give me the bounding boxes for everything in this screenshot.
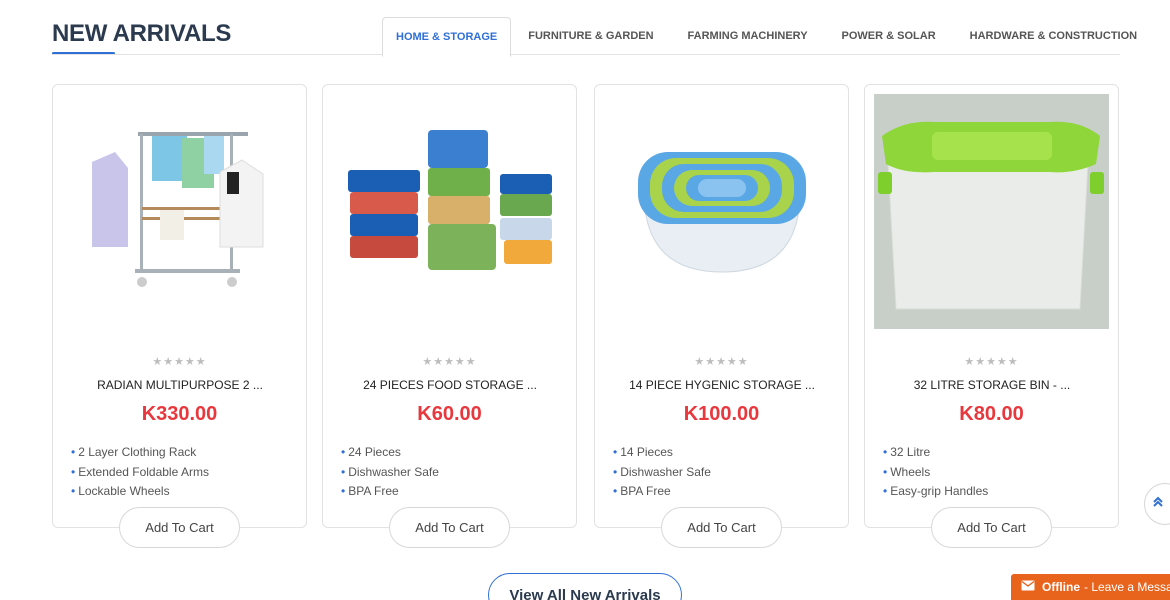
add-to-cart-button[interactable]: Add To Cart: [389, 507, 510, 548]
live-chat-tab[interactable]: Offline - Leave a Message: [1011, 574, 1170, 600]
tab-power-solar[interactable]: POWER & SOLAR: [825, 16, 953, 55]
feature-list: • 14 Pieces • Dishwasher Safe • BPA Free: [613, 443, 711, 502]
tab-hardware-construction[interactable]: HARDWARE & CONSTRUCTION: [953, 16, 1154, 55]
double-chevron-up-icon: [1152, 495, 1164, 513]
product-price: K330.00: [141, 403, 218, 425]
product-card[interactable]: ★★★★★ 24 PIECES FOOD STORAGE ... K60.00 …: [322, 84, 577, 548]
feature-list: • 24 Pieces • Dishwasher Safe • BPA Free: [341, 443, 439, 502]
feature-item: • Wheels: [883, 464, 931, 479]
view-all-new-arrivals-button[interactable]: View All New Arrivals: [488, 573, 682, 600]
product-image-storage-bin[interactable]: [874, 94, 1109, 329]
product-grid: ★★★★★ RADIAN MULTIPURPOSE 2 ... K330.00 …: [52, 84, 1120, 548]
product-price: K80.00: [959, 403, 1024, 425]
chat-status: Offline: [1042, 580, 1080, 594]
feature-item: • 2 Layer Clothing Rack: [71, 445, 197, 459]
feature-item: • Dishwasher Safe: [341, 464, 439, 479]
product-card[interactable]: ★★★★★ RADIAN MULTIPURPOSE 2 ... K330.00 …: [52, 84, 307, 548]
feature-item: • 24 Pieces: [341, 445, 401, 459]
rating-stars: ★★★★★: [152, 356, 207, 368]
product-price: K60.00: [417, 403, 482, 425]
product-card[interactable]: ★★★★★ 14 PIECE HYGENIC STORAGE ... K100.…: [594, 84, 849, 548]
add-to-cart-button[interactable]: Add To Cart: [119, 507, 240, 548]
product-price: K100.00: [683, 403, 760, 425]
feature-item: • Extended Foldable Arms: [71, 464, 209, 479]
scroll-to-top-button[interactable]: [1144, 483, 1170, 525]
feature-item: • Lockable Wheels: [71, 484, 170, 498]
product-image-clothing-rack[interactable]: [62, 94, 297, 329]
feature-item: • BPA Free: [613, 484, 671, 498]
feature-item: • 32 Litre: [883, 445, 931, 459]
product-card[interactable]: ★★★★★ 32 LITRE STORAGE BIN - ... K80.00 …: [864, 84, 1119, 548]
feature-item: • BPA Free: [341, 484, 399, 498]
tab-furniture-garden[interactable]: FURNITURE & GARDEN: [511, 16, 670, 55]
product-image-food-containers[interactable]: [332, 94, 567, 329]
rating-stars: ★★★★★: [422, 356, 477, 368]
add-to-cart-button[interactable]: Add To Cart: [931, 507, 1052, 548]
feature-item: • Easy-grip Handles: [883, 484, 989, 498]
tab-farming-machinery[interactable]: FARMING MACHINERY: [671, 16, 825, 55]
product-name[interactable]: 32 LITRE STORAGE BIN - ...: [873, 378, 1111, 392]
product-image-nested-containers[interactable]: [604, 94, 839, 329]
feature-list: • 2 Layer Clothing Rack • Extended Foldabl…: [71, 443, 209, 502]
product-name[interactable]: RADIAN MULTIPURPOSE 2 ...: [61, 378, 299, 392]
chat-message: - Leave a Message: [1084, 580, 1170, 594]
rating-stars: ★★★★★: [964, 356, 1019, 368]
section-title: NEW ARRIVALS: [52, 20, 232, 47]
section-header: NEW ARRIVALS HOME & STORAGE FURNITURE & …: [52, 14, 1137, 58]
category-tabs: HOME & STORAGE FURNITURE & GARDEN FARMIN…: [382, 16, 1154, 57]
tab-home-storage[interactable]: HOME & STORAGE: [382, 17, 512, 57]
product-name[interactable]: 14 PIECE HYGENIC STORAGE ...: [603, 378, 841, 392]
rating-stars: ★★★★★: [694, 356, 749, 368]
feature-item: • 14 Pieces: [613, 445, 673, 459]
feature-item: • Dishwasher Safe: [613, 464, 711, 479]
add-to-cart-button[interactable]: Add To Cart: [661, 507, 782, 548]
feature-list: • 32 Litre • Wheels • Easy-grip Handles: [883, 443, 988, 502]
envelope-icon: [1021, 580, 1035, 594]
product-name[interactable]: 24 PIECES FOOD STORAGE ...: [331, 378, 569, 392]
